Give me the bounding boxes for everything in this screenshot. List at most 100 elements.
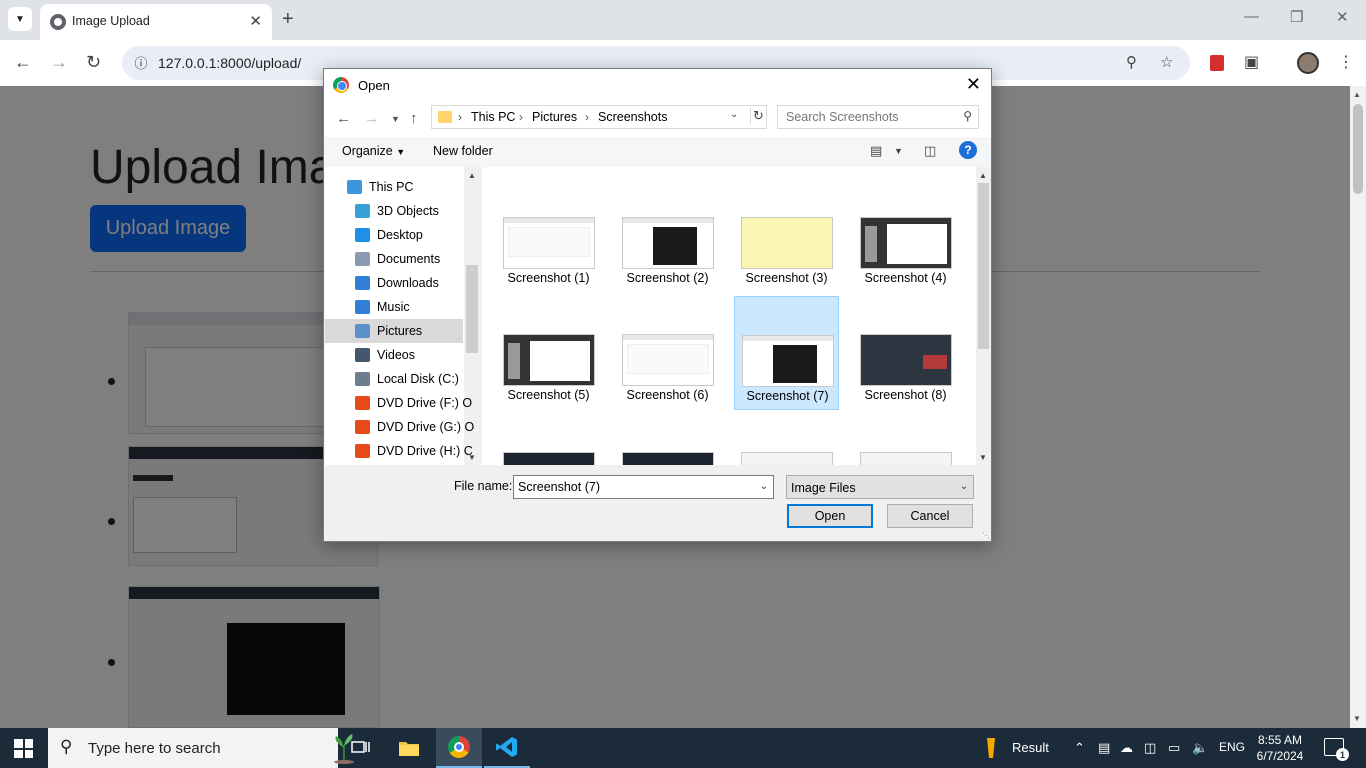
nav-item-videos[interactable]: Videos [325, 343, 463, 367]
scroll-down-icon[interactable]: ▼ [979, 453, 987, 462]
chevron-down-icon[interactable]: ⌄ [760, 481, 768, 492]
file-list-scrollbar[interactable]: ▲ ▼ [976, 167, 991, 465]
scroll-up-icon[interactable]: ▲ [979, 171, 987, 180]
file-thumbnail [742, 335, 834, 387]
file-item[interactable]: Screenshot (3) [734, 179, 839, 293]
weather-result-text[interactable]: Result [1012, 740, 1049, 755]
zoom-icon[interactable]: ⚲ [1126, 53, 1137, 71]
nav-item-3d-objects[interactable]: 3D Objects [325, 199, 463, 223]
file-thumbnail [860, 217, 952, 269]
open-button[interactable]: Open [787, 504, 873, 528]
recent-locations-chevron-icon[interactable]: ▼ [391, 114, 400, 124]
language-indicator[interactable]: ENG [1219, 740, 1245, 754]
nav-item-dvd-drive-f-o[interactable]: DVD Drive (F:) O [325, 391, 472, 415]
up-folder-icon[interactable]: ↑ [410, 110, 418, 127]
scroll-up-icon[interactable]: ▲ [468, 171, 476, 180]
clock[interactable]: 8:55 AM 6/7/2024 [1250, 732, 1310, 764]
tab-search-chevron-icon[interactable]: ▼ [8, 7, 32, 31]
network-icon[interactable]: ◫ [1144, 740, 1156, 756]
notification-icon[interactable]: 1 [1324, 738, 1349, 761]
scroll-up-icon[interactable]: ▲ [1353, 90, 1361, 99]
search-input[interactable] [778, 106, 958, 128]
file-thumbnail[interactable] [622, 452, 714, 465]
back-icon[interactable]: ← [336, 110, 351, 127]
view-options-icon[interactable]: ▤ [870, 143, 882, 159]
close-tab-icon[interactable]: ✕ [249, 12, 262, 30]
refresh-icon[interactable]: ↻ [750, 108, 768, 124]
nav-item-this-pc[interactable]: This PC [325, 175, 463, 199]
file-item[interactable]: Screenshot (5) [496, 296, 601, 410]
nav-item-downloads[interactable]: Downloads [325, 271, 463, 295]
nav-item-dvd-drive-h-c[interactable]: DVD Drive (H:) C [325, 439, 473, 463]
onedrive-icon[interactable]: ☁ [1120, 740, 1133, 756]
file-name-combobox[interactable]: ⌄ [513, 475, 774, 499]
vscode-icon[interactable] [484, 728, 530, 768]
breadcrumb-screenshots[interactable]: Screenshots [598, 110, 667, 124]
forward-icon[interactable]: → [50, 52, 68, 73]
cancel-button[interactable]: Cancel [887, 504, 973, 528]
nav-item-desktop[interactable]: Desktop [325, 223, 463, 247]
taskbar-search-text[interactable]: Type here to search [88, 740, 221, 757]
scroll-down-icon[interactable]: ▼ [1353, 714, 1361, 723]
file-type-select[interactable]: Image Files ⌄ [786, 475, 974, 499]
file-item[interactable]: Screenshot (6) [615, 296, 720, 410]
site-info-icon[interactable]: ⓘ [132, 53, 150, 71]
reload-icon[interactable]: ↻ [86, 52, 101, 73]
page-scrollbar[interactable]: ▲ ▼ [1350, 86, 1366, 728]
profile-avatar[interactable] [1297, 52, 1319, 74]
organize-button[interactable]: Organize ▼ [342, 144, 405, 158]
new-folder-button[interactable]: New folder [433, 144, 493, 158]
nav-item-music[interactable]: Music [325, 295, 463, 319]
scrollbar-thumb[interactable] [978, 183, 989, 349]
file-name-input[interactable] [514, 476, 754, 498]
restore-icon[interactable]: ❐ [1290, 8, 1303, 26]
bookmark-star-icon[interactable]: ☆ [1160, 53, 1173, 71]
task-view-icon[interactable] [338, 728, 384, 768]
file-item[interactable]: Screenshot (8) [853, 296, 958, 410]
view-dropdown-icon[interactable]: ▼ [894, 146, 903, 156]
resize-grip-icon[interactable]: ⋱ [982, 531, 990, 540]
chrome-taskbar-icon[interactable] [436, 728, 482, 768]
file-item[interactable]: Screenshot (2) [615, 179, 720, 293]
nav-item-documents[interactable]: Documents [325, 247, 463, 271]
menu-kebab-icon[interactable]: ⋮ [1338, 52, 1354, 72]
minimize-icon[interactable]: — [1244, 8, 1259, 25]
taskbar-search[interactable]: ⚲ Type here to search [48, 728, 354, 768]
breadcrumb-this-pc[interactable]: This PC [471, 110, 515, 124]
file-thumbnail[interactable] [860, 452, 952, 465]
dialog-command-bar: Organize ▼ New folder ▤ ▼ ◫ ? [324, 137, 991, 167]
nav-item-local-disk-c[interactable]: Local Disk (C:) [325, 367, 463, 391]
scrollbar-thumb[interactable] [1353, 104, 1363, 194]
scrollbar-thumb[interactable] [466, 265, 478, 353]
weather-icon[interactable] [984, 736, 998, 760]
search-screenshots-field[interactable]: ⚲ [777, 105, 979, 129]
nav-item-dvd-drive-g-o[interactable]: DVD Drive (G:) O [325, 415, 474, 439]
file-thumbnail[interactable] [741, 452, 833, 465]
nav-item-pictures[interactable]: Pictures [325, 319, 463, 343]
file-item[interactable]: Screenshot (7) [734, 296, 839, 410]
show-hidden-icons-chevron-icon[interactable]: ⌃ [1074, 740, 1085, 756]
address-breadcrumb[interactable]: › This PC › Pictures › Screenshots ⌄ ↻ [431, 105, 767, 129]
close-window-icon[interactable]: ✕ [1336, 8, 1349, 26]
dialog-close-icon[interactable]: ✕ [966, 74, 981, 95]
tab-image-upload[interactable]: Image Upload ✕ [40, 4, 272, 40]
file-thumbnail[interactable] [503, 452, 595, 465]
windows-start-icon[interactable] [14, 739, 33, 758]
back-icon[interactable]: ← [14, 52, 32, 73]
file-explorer-icon[interactable] [386, 728, 432, 768]
help-icon[interactable]: ? [959, 141, 977, 159]
url-text[interactable]: 127.0.0.1:8000/upload/ [158, 55, 301, 71]
breadcrumb-pictures[interactable]: Pictures [532, 110, 577, 124]
forward-icon[interactable]: → [364, 110, 379, 127]
address-dropdown-icon[interactable]: ⌄ [730, 109, 738, 120]
display-icon[interactable]: ▭ [1168, 740, 1180, 756]
new-tab-icon[interactable]: + [282, 8, 294, 31]
volume-icon[interactable]: 🔈 [1192, 740, 1208, 756]
chevron-down-icon: ⌄ [959, 481, 968, 492]
file-item[interactable]: Screenshot (1) [496, 179, 601, 293]
extensions-puzzle-icon[interactable]: ▣ [1244, 52, 1259, 72]
preview-pane-icon[interactable]: ◫ [924, 143, 936, 159]
extension-icon[interactable] [1210, 55, 1224, 71]
meet-now-icon[interactable]: ▤ [1098, 740, 1110, 756]
file-item[interactable]: Screenshot (4) [853, 179, 958, 293]
